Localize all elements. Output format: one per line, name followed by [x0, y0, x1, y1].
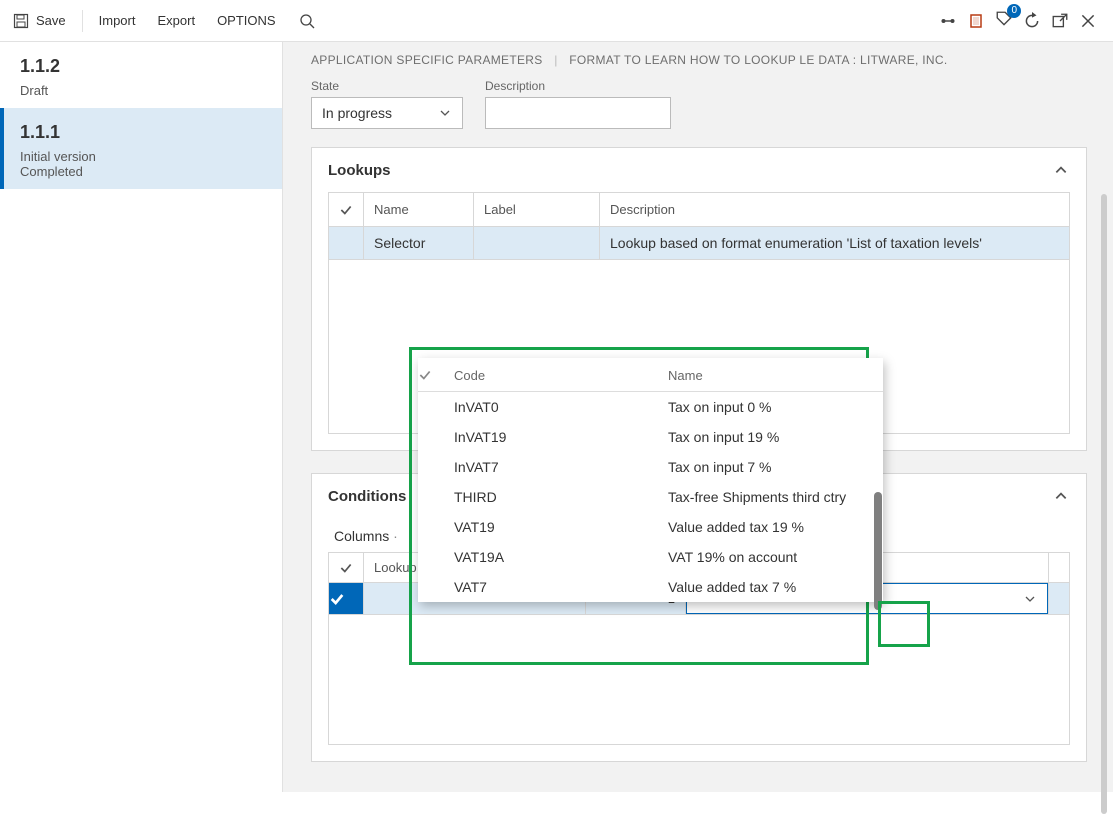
dropdown-col-code[interactable]: Code [454, 368, 668, 383]
cond-col-end [1049, 553, 1070, 583]
action-toolbar: Save Import Export OPTIONS 0 [0, 0, 1113, 42]
search-icon [298, 12, 316, 30]
dropdown-row[interactable]: VAT19AVAT 19% on account [418, 542, 883, 572]
dropdown-scrollbar[interactable] [874, 492, 882, 610]
breadcrumb-separator: | [554, 53, 557, 67]
state-select[interactable]: In progress [311, 97, 463, 129]
dropdown-header: Code Name [418, 358, 883, 392]
version-number: 1.1.1 [20, 122, 262, 143]
sidebar-item-112[interactable]: 1.1.2 Draft [0, 42, 282, 108]
connector-icon[interactable] [939, 12, 957, 30]
export-label: Export [157, 13, 195, 28]
cond-row-end [1049, 583, 1070, 615]
dropdown-row[interactable]: THIRDTax-free Shipments third ctry [418, 482, 883, 512]
grid-check-header[interactable] [329, 193, 364, 227]
columns-label: Columns [334, 528, 389, 544]
col-description[interactable]: Description [600, 193, 1070, 227]
lookups-title: Lookups [328, 162, 391, 179]
import-label: Import [99, 13, 136, 28]
col-name[interactable]: Name [364, 193, 474, 227]
chevron-up-icon [1052, 161, 1070, 179]
chevron-up-icon [1052, 487, 1070, 505]
options-button[interactable]: OPTIONS [207, 7, 286, 34]
dropdown-row[interactable]: VAT7Value added tax 7 % [418, 572, 883, 602]
export-button[interactable]: Export [147, 7, 205, 34]
chevron-down-icon [436, 104, 454, 122]
notifications-badge: 0 [1007, 4, 1021, 18]
options-label: OPTIONS [217, 13, 276, 28]
version-status: Draft [20, 83, 262, 98]
lookups-grid: Name Label Description Selector Lookup b… [328, 192, 1070, 260]
row-desc: Lookup based on format enumeration 'List… [600, 227, 1070, 260]
row-label [474, 227, 600, 260]
lookups-row[interactable]: Selector Lookup based on format enumerat… [329, 227, 1070, 260]
popout-icon[interactable] [1051, 12, 1069, 30]
dropdown-row[interactable]: InVAT19Tax on input 19 % [418, 422, 883, 452]
version-sub2: Completed [20, 164, 262, 179]
row-name: Selector [364, 227, 474, 260]
close-icon[interactable] [1079, 12, 1097, 30]
vertical-scrollbar[interactable] [1101, 194, 1107, 814]
dropdown-row[interactable]: VAT19Value added tax 19 % [418, 512, 883, 542]
save-button[interactable]: Save [2, 6, 76, 36]
dropdown-row[interactable]: InVAT0Tax on input 0 % [418, 392, 883, 422]
row-check[interactable] [329, 227, 364, 260]
breadcrumb: APPLICATION SPECIFIC PARAMETERS | FORMAT… [311, 53, 1087, 67]
cond-check-header[interactable] [329, 553, 364, 583]
search-button[interactable] [288, 6, 326, 36]
notifications-button[interactable]: 0 [995, 10, 1013, 31]
refresh-icon[interactable] [1023, 12, 1041, 30]
chevron-down-icon[interactable] [1021, 590, 1039, 608]
header-form: State In progress Description [311, 79, 1087, 129]
version-sub1: Initial version [20, 149, 262, 164]
code-lookup-dropdown: Code Name InVAT0Tax on input 0 % InVAT19… [418, 358, 883, 602]
dropdown-check-header[interactable] [418, 368, 454, 383]
save-label: Save [36, 13, 66, 28]
col-label[interactable]: Label [474, 193, 600, 227]
state-value: In progress [322, 105, 392, 121]
toolbar-separator [82, 10, 83, 32]
conditions-grid-empty [328, 615, 1070, 745]
version-number: 1.1.2 [20, 56, 262, 77]
state-field-group: State In progress [311, 79, 463, 129]
description-field-group: Description [485, 79, 671, 129]
state-label: State [311, 79, 463, 93]
row-selected-indicator[interactable] [329, 583, 364, 615]
breadcrumb-a: APPLICATION SPECIFIC PARAMETERS [311, 53, 543, 67]
import-button[interactable]: Import [89, 7, 146, 34]
description-label: Description [485, 79, 671, 93]
breadcrumb-b: FORMAT TO LEARN HOW TO LOOKUP LE DATA : … [569, 53, 947, 67]
dropdown-row[interactable]: InVAT7Tax on input 7 % [418, 452, 883, 482]
lookups-header[interactable]: Lookups [312, 148, 1086, 192]
sidebar-item-111[interactable]: 1.1.1 Initial version Completed [0, 108, 282, 189]
office-icon[interactable] [967, 12, 985, 30]
conditions-title: Conditions [328, 488, 406, 505]
save-icon [12, 12, 30, 30]
description-input[interactable] [485, 97, 671, 129]
dropdown-col-name[interactable]: Name [668, 368, 703, 383]
version-sidebar: 1.1.2 Draft 1.1.1 Initial version Comple… [0, 42, 283, 792]
